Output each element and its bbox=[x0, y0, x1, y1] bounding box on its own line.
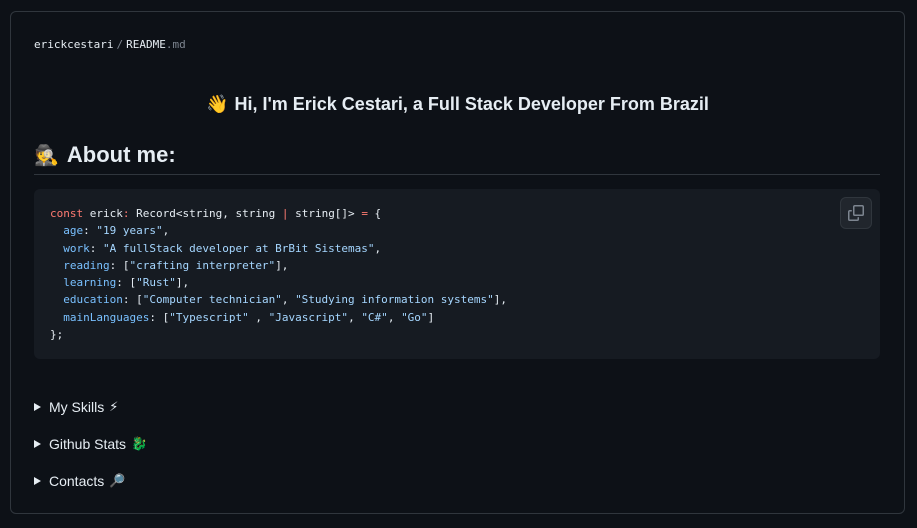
code-content: const erick: Record<string, string | str… bbox=[50, 207, 507, 342]
greeting-text: Hi, I'm Erick Cestari, a Full Stack Deve… bbox=[234, 94, 709, 114]
breadcrumb-file-name: README bbox=[126, 38, 166, 51]
about-heading: 🕵️ About me: bbox=[34, 142, 880, 175]
code-var-name: erick bbox=[83, 207, 123, 220]
about-title: About me: bbox=[66, 142, 176, 167]
code-keyword: const bbox=[50, 207, 84, 220]
greeting-heading: 👋 Hi, I'm Erick Cestari, a Full Stack Dev… bbox=[11, 94, 904, 115]
code-string: "Javascript" bbox=[268, 310, 349, 324]
details-label: My Skills bbox=[49, 399, 105, 415]
expand-triangle-icon bbox=[34, 477, 41, 485]
code-string: "A fullStack developer at BrBit Sistemas… bbox=[103, 241, 375, 255]
code-key: age bbox=[63, 224, 84, 238]
code-punct: ] bbox=[427, 310, 435, 324]
waving-hand-icon: 👋 bbox=[206, 94, 229, 114]
code-key: learning bbox=[63, 276, 117, 290]
breadcrumb-file-ext: .md bbox=[165, 38, 186, 51]
code-key: reading bbox=[63, 258, 110, 272]
magnifier-icon: 🔎 bbox=[109, 473, 126, 488]
copy-icon bbox=[848, 205, 864, 221]
code-punct: ], bbox=[275, 258, 289, 272]
code-block: const erick: Record<string, string | str… bbox=[34, 189, 880, 359]
readme-panel: erickcestari / README.md 👋 Hi, I'm Erick Ce… bbox=[10, 11, 905, 514]
code-equals: = bbox=[361, 207, 368, 220]
dragon-icon: 🐉 bbox=[131, 436, 148, 451]
code-key: mainLanguages bbox=[63, 310, 150, 324]
code-string: "Computer technician" bbox=[142, 293, 282, 307]
code-open-brace: { bbox=[367, 207, 382, 220]
breadcrumb: erickcestari / README.md bbox=[34, 38, 186, 51]
code-close: }; bbox=[50, 328, 64, 342]
expand-triangle-icon bbox=[34, 440, 41, 448]
details-label: Github Stats bbox=[49, 436, 127, 452]
code-punct: ], bbox=[493, 293, 507, 307]
details-github-stats[interactable]: Github Stats 🐉 bbox=[34, 436, 147, 452]
code-string: "C#" bbox=[361, 310, 388, 324]
details-my-skills[interactable]: My Skills ⚡ bbox=[34, 399, 118, 415]
code-string: "Typescript" bbox=[169, 310, 249, 324]
detective-icon: 🕵️ bbox=[34, 145, 59, 167]
code-colon: : bbox=[122, 207, 137, 220]
details-label: Contacts bbox=[49, 473, 105, 489]
breadcrumb-owner[interactable]: erickcestari bbox=[34, 38, 113, 51]
details-contacts[interactable]: Contacts 🔎 bbox=[34, 473, 125, 489]
code-string: "Studying information systems" bbox=[295, 293, 494, 307]
code-string: "crafting interpreter" bbox=[129, 258, 276, 272]
code-type-array: string[]> bbox=[288, 207, 362, 220]
code-type: Record<string, string bbox=[136, 207, 282, 220]
code-string: "19 years" bbox=[96, 224, 163, 238]
code-punct: ], bbox=[175, 276, 190, 290]
code-punct: , bbox=[162, 224, 170, 238]
code-key: work bbox=[63, 241, 90, 255]
code-punct: , bbox=[374, 241, 382, 255]
code-string: "Go" bbox=[401, 310, 428, 324]
lightning-icon: ⚡ bbox=[109, 399, 119, 414]
code-string: "Rust" bbox=[136, 276, 176, 290]
code-key: education bbox=[63, 293, 123, 307]
expand-triangle-icon bbox=[34, 403, 41, 411]
copy-button[interactable] bbox=[840, 197, 872, 229]
breadcrumb-separator: / bbox=[116, 38, 124, 51]
